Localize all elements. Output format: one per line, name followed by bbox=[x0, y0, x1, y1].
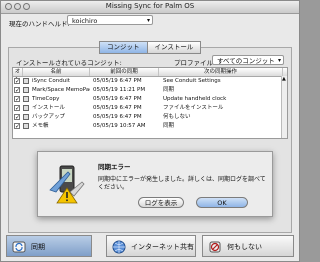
conduit-icon bbox=[23, 105, 29, 111]
do-nothing-action-button[interactable]: 何もしない bbox=[202, 235, 294, 257]
next-action[interactable]: ファイルをインストール bbox=[163, 104, 281, 112]
column-header-on[interactable]: オン bbox=[13, 68, 23, 83]
do-nothing-icon bbox=[209, 241, 221, 253]
title-bar[interactable]: Missing Sync for Palm OS bbox=[1, 1, 299, 14]
enable-checkbox[interactable]: ✓ bbox=[14, 87, 20, 94]
next-action[interactable]: 同期 bbox=[163, 86, 281, 94]
next-action[interactable]: 何もしない bbox=[163, 113, 281, 121]
enable-checkbox[interactable]: ✓ bbox=[14, 78, 20, 85]
ok-button[interactable]: OK bbox=[196, 197, 248, 208]
last-sync: 05/05/19 6:47 PM bbox=[93, 78, 142, 84]
conduit-name: メモ帳 bbox=[32, 123, 49, 129]
table-scrollbar[interactable]: ▲ bbox=[281, 76, 287, 138]
dialog-title: 同期エラー bbox=[98, 163, 131, 171]
conduit-name: TimeCopy bbox=[32, 96, 60, 102]
sync-error-dialog: 同期エラー 同期中にエラーが発生しました。詳しくは、同期ログを調べてください。 … bbox=[37, 151, 273, 217]
dialog-message: 同期中にエラーが発生しました。詳しくは、同期ログを調べてください。 bbox=[98, 176, 266, 191]
do-nothing-action-label: 何もしない bbox=[227, 243, 262, 251]
column-header-last-sync[interactable]: 前回の同期 bbox=[90, 68, 159, 76]
chevron-down-icon: ▾ bbox=[277, 57, 281, 64]
tab-install[interactable]: インストール bbox=[147, 41, 202, 54]
enable-checkbox[interactable]: ✓ bbox=[14, 123, 20, 130]
show-log-button[interactable]: ログを表示 bbox=[138, 197, 184, 208]
tab-conduits[interactable]: コンジット bbox=[99, 41, 148, 54]
table-row[interactable]: ✓ iSync Conduit 05/05/19 6:47 PM See Con… bbox=[13, 77, 287, 85]
table-row[interactable]: ✓ インストール 05/05/19 6:47 PM ファイルをインストール bbox=[13, 104, 287, 112]
table-row[interactable]: ✓ メモ帳 05/05/19 10:57 AM 同期 bbox=[13, 122, 287, 130]
tab-bar: コンジット インストール bbox=[99, 41, 202, 54]
profile-value: すべてのコンジット bbox=[217, 57, 275, 65]
next-action[interactable]: Update handheld clock bbox=[163, 95, 281, 103]
conduit-icon bbox=[23, 78, 29, 84]
installed-conduits-label: インストールされているコンジット: bbox=[16, 59, 122, 67]
sync-action-button[interactable]: 同期 bbox=[6, 235, 92, 257]
conduit-icon bbox=[23, 114, 29, 120]
last-sync: 05/05/19 10:57 AM bbox=[93, 123, 146, 129]
next-action[interactable]: See Conduit Settings bbox=[163, 77, 281, 85]
sync-icon bbox=[12, 241, 26, 253]
last-sync: 05/05/19 6:47 PM bbox=[93, 105, 142, 111]
conduit-name: バックアップ bbox=[32, 114, 66, 120]
conduit-icon bbox=[23, 123, 29, 129]
table-row[interactable]: ✓ TimeCopy 05/05/19 6:47 PM Update handh… bbox=[13, 95, 287, 103]
profile-label: プロファイル: bbox=[174, 59, 216, 67]
table-row[interactable]: ✓ Mark/Space MemoPad 05/05/19 11:21 PM 同… bbox=[13, 86, 287, 94]
next-action[interactable]: 同期 bbox=[163, 122, 281, 130]
conduit-name: インストール bbox=[32, 105, 65, 111]
chevron-down-icon: ▾ bbox=[146, 17, 150, 24]
table-header: オン 名前 前回の同期 次の同期操作 bbox=[13, 68, 287, 83]
internet-sharing-icon bbox=[112, 240, 126, 254]
table-row[interactable]: ✓ バックアップ 05/05/19 6:47 PM 何もしない bbox=[13, 113, 287, 121]
conduit-name: iSync Conduit bbox=[32, 78, 70, 84]
handheld-label: 現在のハンドヘルド: bbox=[9, 20, 70, 28]
conduit-icon bbox=[23, 87, 29, 93]
window-title: Missing Sync for Palm OS bbox=[105, 2, 195, 10]
action-bar: 同期 インターネット共有 何もしない bbox=[6, 235, 294, 257]
main-window: Missing Sync for Palm OS 現在のハンドヘルド: koic… bbox=[0, 0, 300, 262]
last-sync: 05/05/19 6:47 PM bbox=[93, 114, 142, 120]
handheld-value: koichiro bbox=[72, 17, 98, 25]
last-sync: 05/05/19 6:47 PM bbox=[93, 96, 142, 102]
conduit-icon bbox=[23, 96, 29, 102]
scroll-up-icon[interactable]: ▲ bbox=[282, 76, 286, 82]
conduit-name: Mark/Space MemoPad bbox=[32, 87, 90, 93]
column-header-name[interactable]: 名前 bbox=[23, 68, 90, 76]
enable-checkbox[interactable]: ✓ bbox=[14, 105, 20, 112]
sync-warning-icon bbox=[49, 165, 85, 204]
enable-checkbox[interactable]: ✓ bbox=[14, 114, 20, 121]
handheld-select[interactable]: koichiro ▾ bbox=[67, 15, 153, 25]
profile-select[interactable]: すべてのコンジット ▾ bbox=[212, 55, 284, 65]
internet-sharing-action-button[interactable]: インターネット共有 bbox=[106, 235, 196, 257]
internet-sharing-action-label: インターネット共有 bbox=[131, 243, 194, 251]
enable-checkbox[interactable]: ✓ bbox=[14, 96, 20, 103]
column-header-next-action[interactable]: 次の同期操作 bbox=[159, 68, 283, 76]
conduit-table: オン 名前 前回の同期 次の同期操作 ✓ iSync Conduit 05/05… bbox=[12, 67, 288, 139]
last-sync: 05/05/19 11:21 PM bbox=[93, 87, 146, 93]
sync-action-label: 同期 bbox=[31, 243, 45, 251]
